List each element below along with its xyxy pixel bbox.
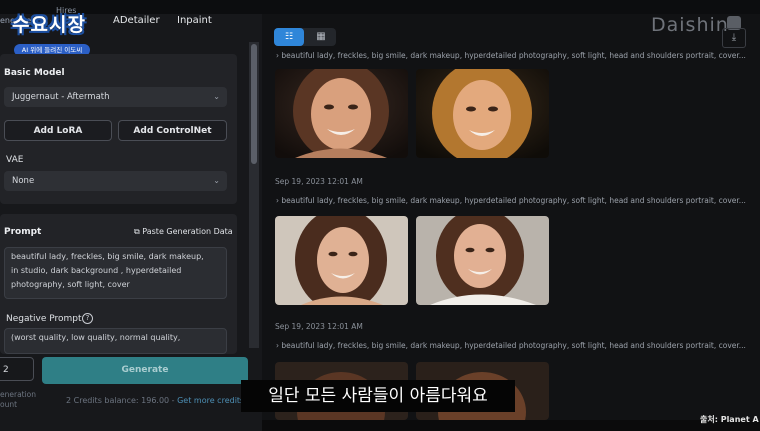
basic-model-label: Basic Model [4, 68, 65, 78]
generated-image[interactable] [416, 216, 549, 305]
group-prompt-text: beautiful lady, freckles, big smile, dar… [281, 51, 746, 60]
group-prompt[interactable]: › beautiful lady, freckles, big smile, d… [276, 196, 746, 205]
paste-generation-data-button[interactable]: ⧉ Paste Generation Data [134, 227, 233, 237]
group-prompt-text: beautiful lady, freckles, big smile, dar… [281, 341, 746, 350]
help-icon[interactable]: ? [82, 313, 93, 324]
vae-select[interactable]: None ⌄ [4, 171, 227, 191]
chevron-down-icon: ⌄ [213, 176, 220, 185]
model-card: Basic Model Juggernaut - Aftermath ⌄ Add… [0, 54, 237, 204]
download-icon[interactable]: ⤓ [722, 28, 746, 48]
generate-button[interactable]: Generate [42, 357, 248, 384]
portrait-image [275, 69, 408, 158]
add-controlnet-button[interactable]: Add ControlNet [118, 120, 227, 141]
list-view-icon[interactable]: ☷ [274, 28, 304, 46]
bottom-strip [262, 420, 760, 431]
generation-meta: eneration ount [0, 390, 36, 410]
window-top-strip [0, 0, 760, 14]
watermark: Daishin [651, 14, 729, 36]
portrait-image [416, 69, 549, 158]
portrait-image [416, 216, 549, 305]
tab-adetailer[interactable]: ADetailer [113, 15, 160, 26]
basic-model-select[interactable]: Juggernaut - Aftermath ⌄ [4, 87, 227, 107]
group-prompt-text: beautiful lady, freckles, big smile, dar… [281, 196, 746, 205]
generated-image[interactable] [275, 69, 408, 158]
add-lora-button[interactable]: Add LoRA [4, 120, 112, 141]
tab-inpaint[interactable]: Inpaint [177, 15, 212, 26]
generated-image[interactable] [275, 216, 408, 305]
credits-info: 2 Credits balance: 196.00 - Get more cre… [66, 396, 244, 405]
vae-value: None [12, 176, 35, 186]
negative-prompt-input[interactable]: (worst quality, low quality, normal qual… [4, 328, 227, 354]
image-count-select[interactable]: 2 [0, 357, 34, 381]
prompt-card: Prompt ⧉ Paste Generation Data beautiful… [0, 214, 237, 354]
get-more-credits-link[interactable]: Get more credits [177, 396, 244, 405]
channel-logo: 수요시장 AI 위에 들려진 이도씨 [4, 4, 92, 56]
generation-meta-line2: ount [0, 400, 18, 409]
source-credit: 출처: Planet A [700, 415, 759, 424]
paste-label: Paste Generation Data [142, 227, 233, 236]
video-subtitle: 일단 모든 사람들이 아름다워요 [241, 380, 515, 412]
negative-prompt-label: Negative Prompt [6, 314, 82, 324]
portrait-image [275, 216, 408, 305]
group-prompt[interactable]: › beautiful lady, freckles, big smile, d… [276, 341, 746, 350]
credits-text: 2 Credits balance: 196.00 - [66, 396, 178, 405]
group-date: Sep 19, 2023 12:01 AM [275, 322, 363, 331]
group-prompt[interactable]: › beautiful lady, freckles, big smile, d… [276, 51, 746, 60]
prompt-input[interactable]: beautiful lady, freckles, big smile, dar… [4, 247, 227, 299]
generated-image[interactable] [416, 69, 549, 158]
chevron-down-icon: ⌄ [213, 92, 220, 101]
logo-title: 수요시장 [12, 14, 86, 36]
basic-model-value: Juggernaut - Aftermath [12, 92, 110, 102]
scrollbar-thumb[interactable] [251, 44, 257, 164]
vae-label: VAE [6, 155, 24, 165]
grid-view-icon[interactable]: ▦ [306, 28, 336, 46]
group-date: Sep 19, 2023 12:01 AM [275, 177, 363, 186]
prompt-label: Prompt [4, 227, 42, 237]
generation-meta-line1: eneration [0, 390, 37, 399]
